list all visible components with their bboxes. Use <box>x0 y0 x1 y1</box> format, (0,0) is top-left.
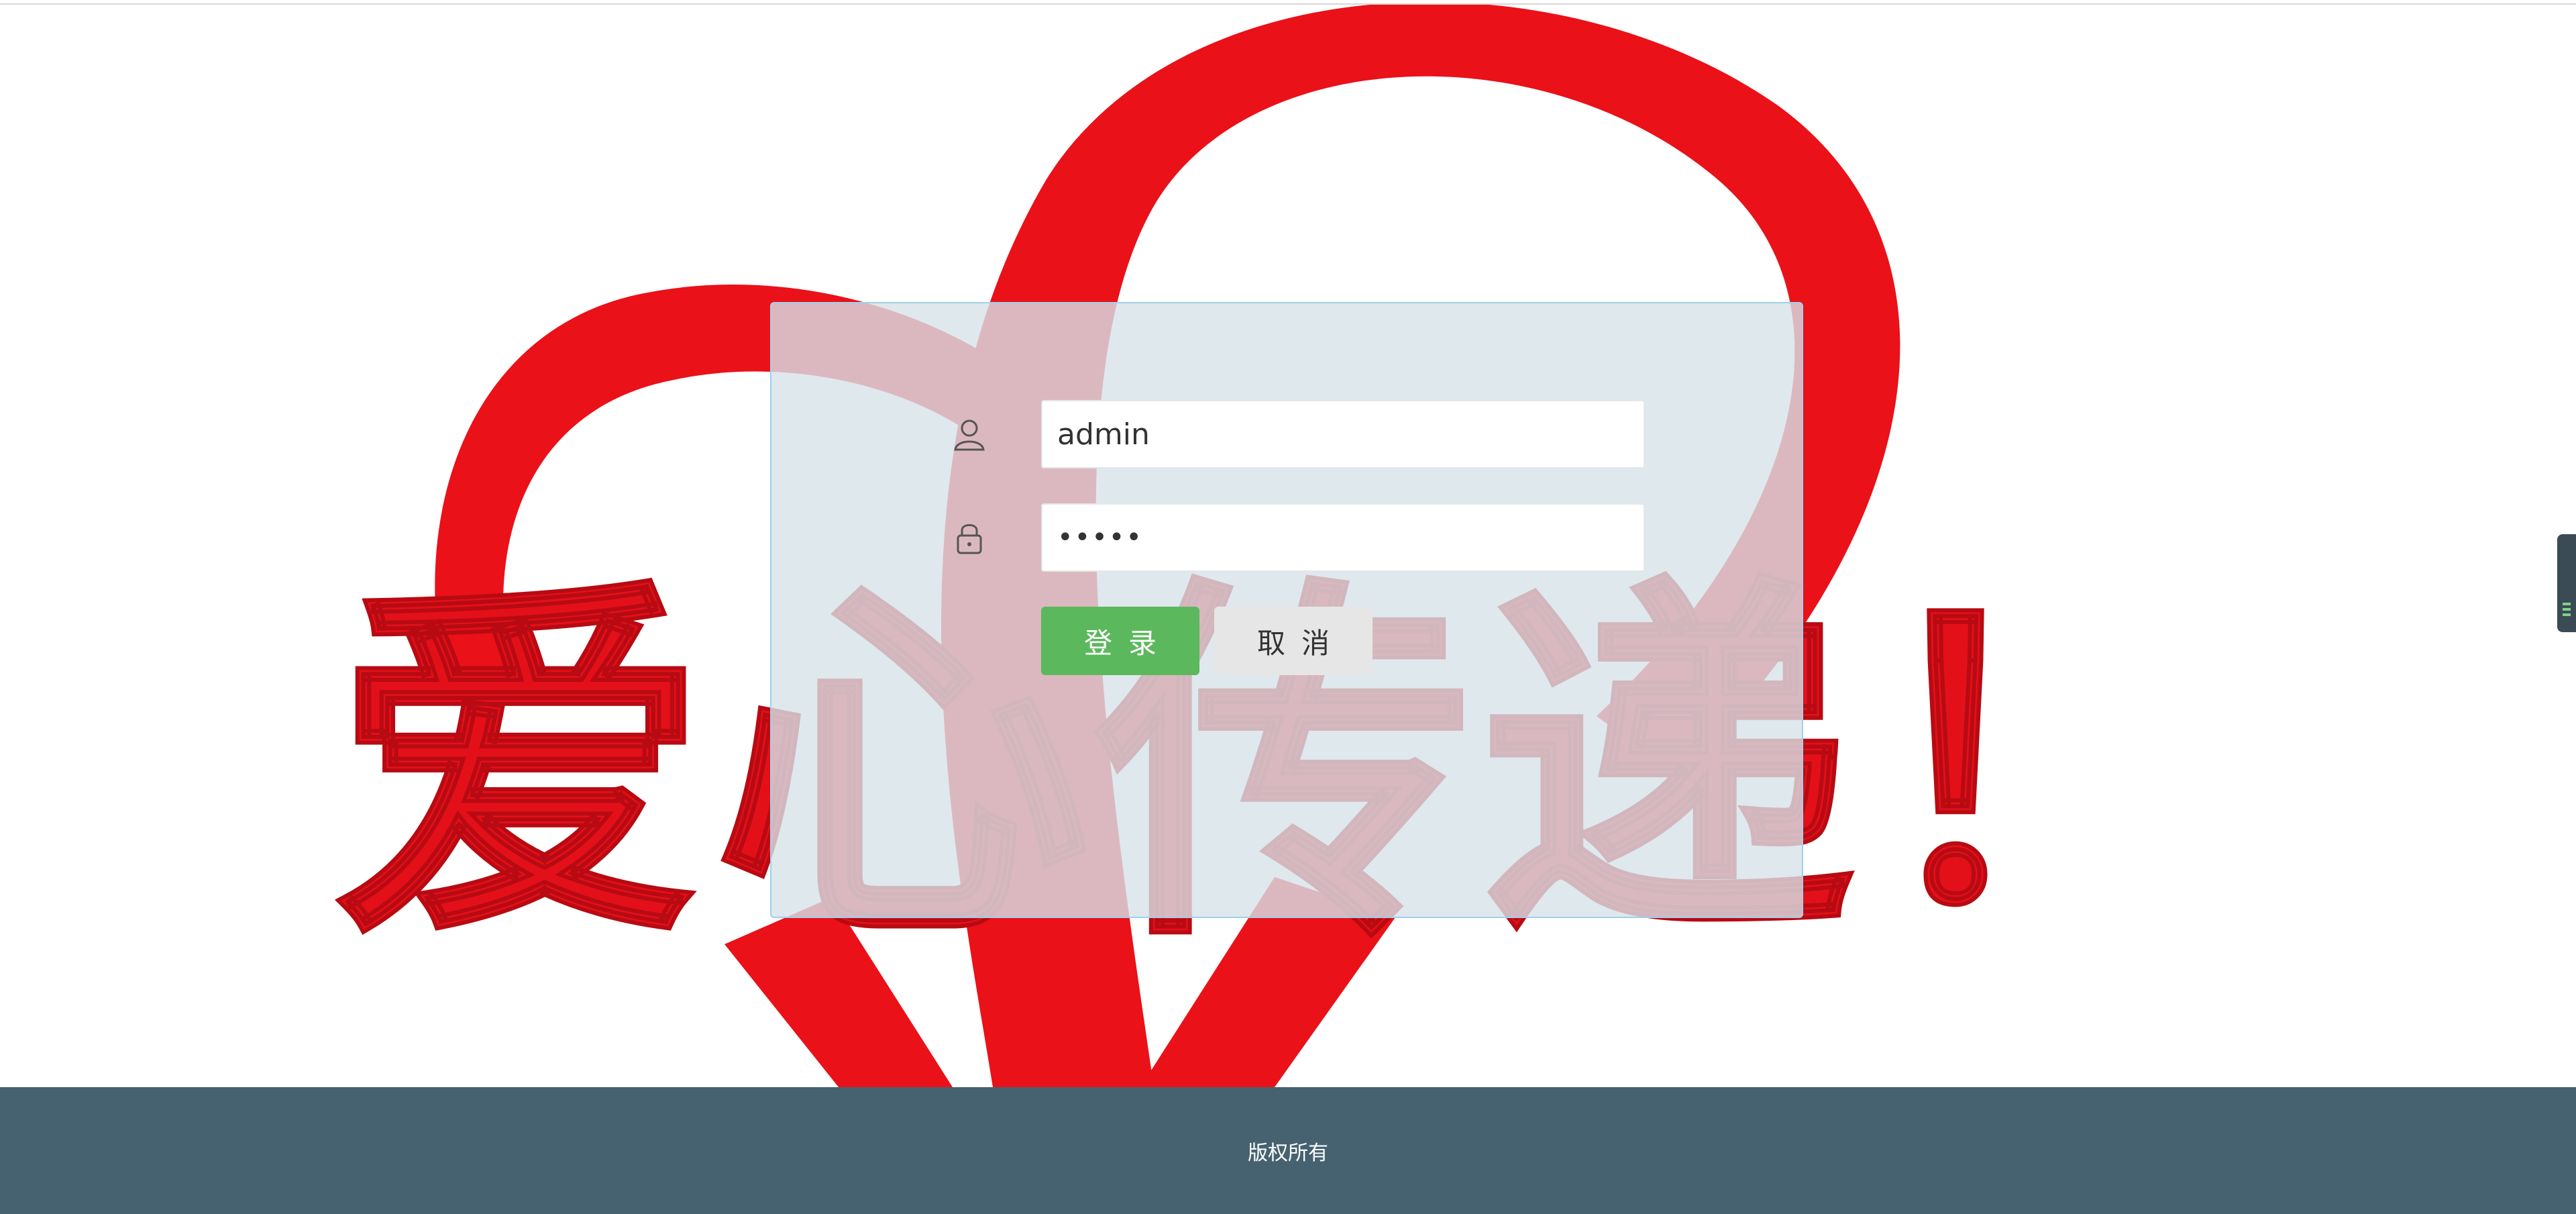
username-input[interactable] <box>1041 400 1645 468</box>
top-border <box>0 0 2576 5</box>
password-row <box>771 503 1802 572</box>
username-row <box>771 400 1802 468</box>
handle-grip-line <box>2563 603 2571 605</box>
password-input[interactable] <box>1041 503 1645 572</box>
lock-icon <box>957 524 982 554</box>
copyright-text: 版权所有 <box>1248 1141 1328 1165</box>
user-icon <box>954 419 985 451</box>
login-panel: 登录 取消 <box>770 302 1803 918</box>
side-toolbar-handle[interactable] <box>2557 534 2576 632</box>
handle-grip-line <box>2563 613 2571 616</box>
footer: 版权所有 <box>0 1087 2576 1214</box>
login-button[interactable]: 登录 <box>1041 607 1199 675</box>
cancel-button[interactable]: 取消 <box>1214 607 1373 675</box>
handle-grip-line <box>2563 608 2571 611</box>
